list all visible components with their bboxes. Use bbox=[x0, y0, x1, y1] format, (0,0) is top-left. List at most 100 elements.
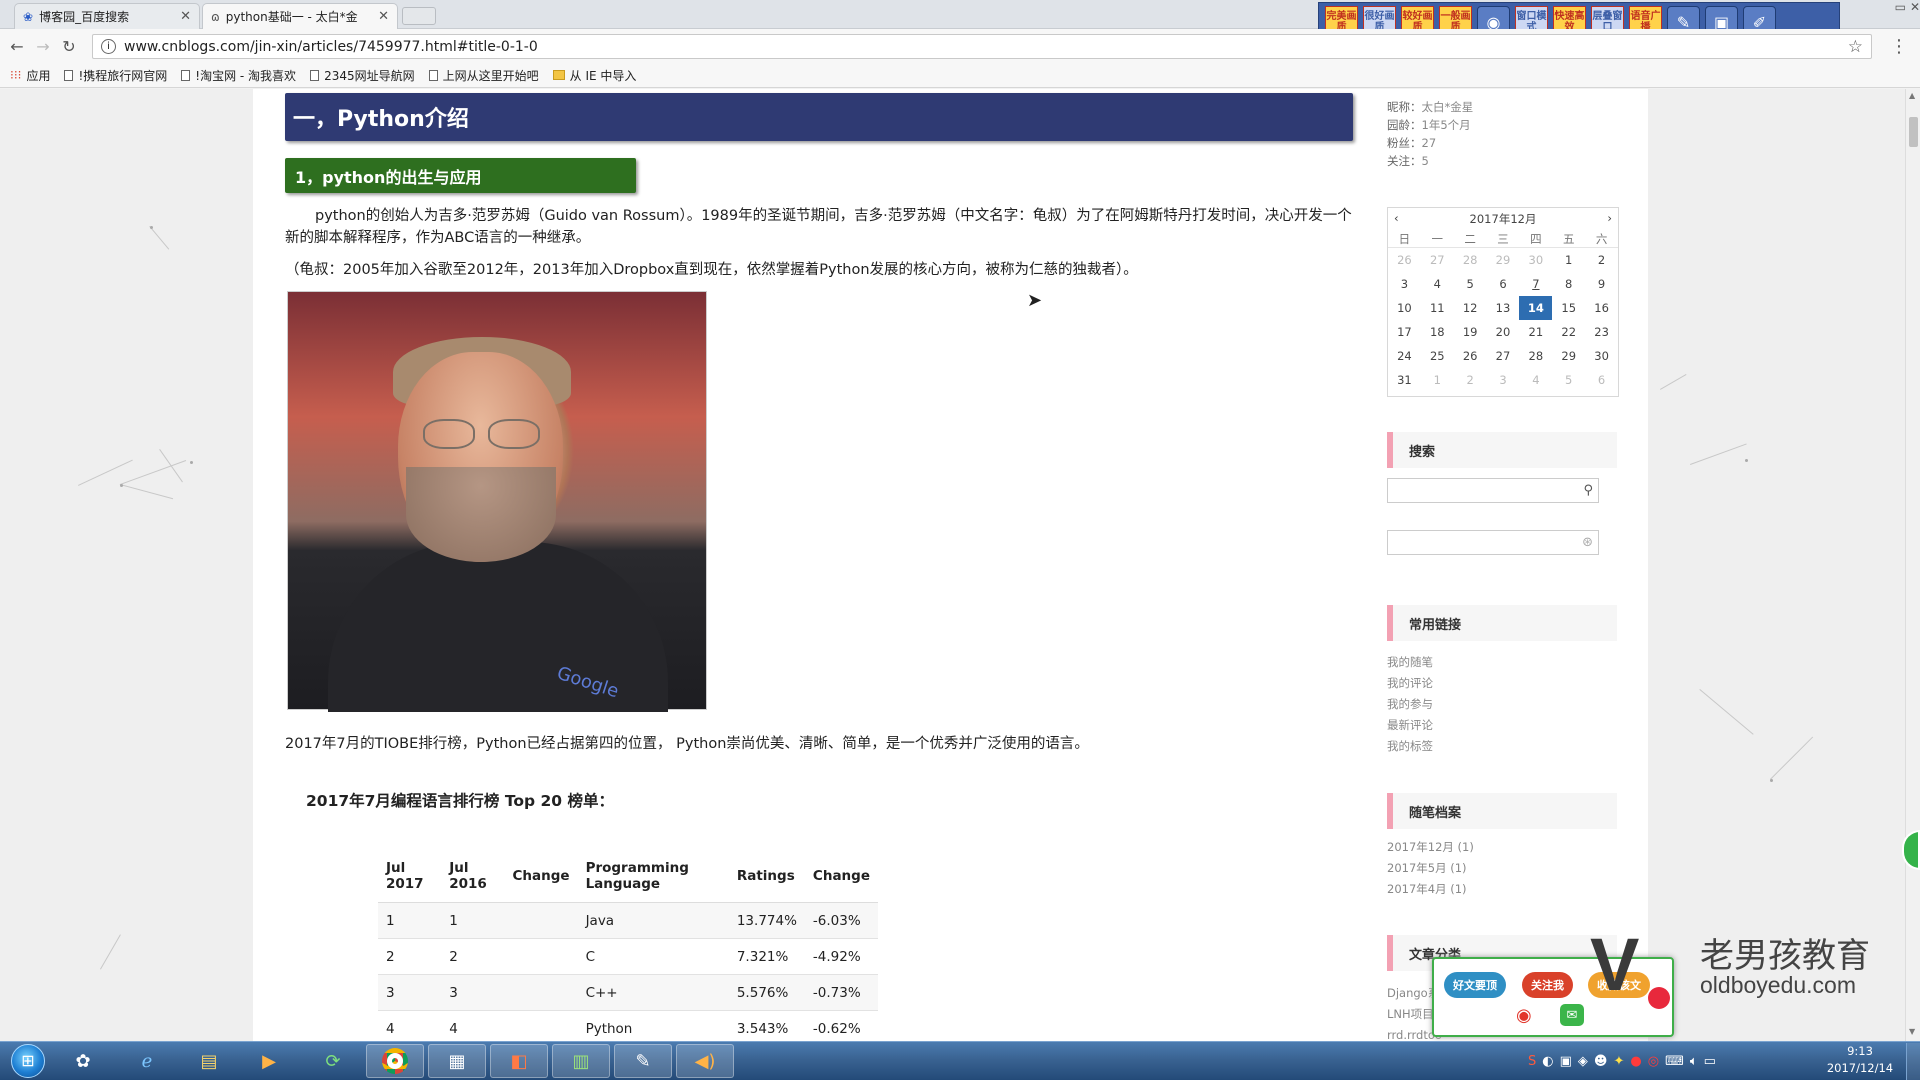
new-tab-button[interactable] bbox=[402, 7, 436, 25]
calendar-day[interactable]: 6 bbox=[1487, 272, 1520, 296]
search-icon[interactable]: ⚲ bbox=[1583, 483, 1593, 498]
tray-display-icon[interactable]: ▭ bbox=[1704, 1054, 1716, 1069]
tray-qq-icon[interactable]: ☻ bbox=[1594, 1054, 1608, 1069]
calendar-day[interactable]: 30 bbox=[1585, 344, 1618, 368]
calendar-day[interactable]: 6 bbox=[1585, 368, 1618, 392]
calendar-day[interactable]: 7 bbox=[1519, 272, 1552, 296]
taskbar-paint-icon[interactable]: ✎ bbox=[614, 1044, 672, 1078]
info-icon[interactable]: i bbox=[101, 39, 116, 54]
tab-baidu[interactable]: ❀ 博客园_百度搜索 ✕ bbox=[14, 3, 200, 29]
scroll-down-icon[interactable]: ▼ bbox=[1909, 1027, 1915, 1036]
recommend-button[interactable]: 好文要顶 bbox=[1444, 972, 1506, 998]
archive-item[interactable]: 2017年5月 (1) bbox=[1387, 858, 1474, 879]
calendar-day[interactable]: 20 bbox=[1487, 320, 1520, 344]
calendar-day[interactable]: 8 bbox=[1552, 272, 1585, 296]
menu-icon[interactable]: ⋮ bbox=[1890, 36, 1908, 57]
calendar-day[interactable]: 31 bbox=[1388, 368, 1421, 392]
show-desktop-button[interactable] bbox=[1906, 1043, 1920, 1080]
calendar-day[interactable]: 28 bbox=[1519, 344, 1552, 368]
bookmark-taobao[interactable]: !淘宝网 - 淘我喜欢 bbox=[181, 67, 296, 84]
calendar-day[interactable]: 26 bbox=[1388, 248, 1421, 272]
calendar-day[interactable]: 2 bbox=[1585, 248, 1618, 272]
bookmark-2345[interactable]: 2345网址导航网 bbox=[310, 67, 415, 84]
link-my-participation[interactable]: 我的参与 bbox=[1387, 694, 1433, 715]
taskbar-media-icon[interactable]: ▶ bbox=[240, 1044, 298, 1078]
calendar-day[interactable]: 19 bbox=[1454, 320, 1487, 344]
follow-link[interactable]: 5 bbox=[1422, 154, 1429, 168]
wechat-icon[interactable]: ✉ bbox=[1560, 1004, 1584, 1026]
fans-link[interactable]: 27 bbox=[1422, 136, 1437, 150]
archive-item[interactable]: 2017年12月 (1) bbox=[1387, 837, 1474, 858]
bookmark-star-icon[interactable]: ☆ bbox=[1848, 37, 1863, 57]
calendar-day[interactable]: 17 bbox=[1388, 320, 1421, 344]
link-my-tags[interactable]: 我的标签 bbox=[1387, 736, 1433, 757]
taskbar-360-icon[interactable]: ⟳ bbox=[304, 1044, 362, 1078]
volume-icon[interactable]: 🔈︎ bbox=[1690, 1054, 1698, 1069]
tab-cnblogs[interactable]: ɷ python基础一 - 太白*金 ✕ bbox=[202, 3, 398, 29]
forward-arrow-icon[interactable]: → bbox=[30, 37, 56, 56]
prev-month-button[interactable]: ‹ bbox=[1394, 211, 1399, 227]
calendar-day[interactable]: 2 bbox=[1454, 368, 1487, 392]
calendar-day[interactable]: 4 bbox=[1421, 272, 1454, 296]
close-icon[interactable]: ✕ bbox=[180, 9, 191, 24]
tray-chrome-icon[interactable]: ◐ bbox=[1542, 1054, 1553, 1069]
link-my-comments[interactable]: 我的评论 bbox=[1387, 673, 1433, 694]
calendar-day[interactable]: 13 bbox=[1487, 296, 1520, 320]
calendar-day[interactable]: 27 bbox=[1487, 344, 1520, 368]
calendar-day[interactable]: 29 bbox=[1552, 344, 1585, 368]
calendar-day[interactable]: 25 bbox=[1421, 344, 1454, 368]
calendar-day[interactable]: 4 bbox=[1519, 368, 1552, 392]
calendar-day[interactable]: 14 bbox=[1519, 296, 1553, 320]
calendar-day[interactable]: 28 bbox=[1454, 248, 1487, 272]
calendar-day[interactable]: 29 bbox=[1487, 248, 1520, 272]
bookmark-apps[interactable]: ⁝⁝⁝ 应用 bbox=[10, 67, 50, 84]
scrollbar-thumb[interactable] bbox=[1909, 117, 1918, 147]
sogou-icon[interactable]: S bbox=[1528, 1054, 1536, 1069]
calendar-day[interactable]: 18 bbox=[1421, 320, 1454, 344]
calendar-day[interactable]: 3 bbox=[1388, 272, 1421, 296]
tray-network-icon[interactable]: ▣ bbox=[1560, 1054, 1572, 1069]
follow-me-button[interactable]: 关注我 bbox=[1522, 972, 1573, 998]
age-link[interactable]: 1年5个月 bbox=[1422, 118, 1471, 132]
calendar-day[interactable]: 9 bbox=[1585, 272, 1618, 296]
taskbar-ppt-icon[interactable]: ◧ bbox=[490, 1044, 548, 1078]
calendar-day[interactable]: 3 bbox=[1487, 368, 1520, 392]
taskbar-explorer-icon[interactable]: ▤ bbox=[180, 1044, 238, 1078]
taskbar-window-icon[interactable]: ▦ bbox=[428, 1044, 486, 1078]
calendar-day[interactable]: 5 bbox=[1552, 368, 1585, 392]
link-latest-comments[interactable]: 最新评论 bbox=[1387, 715, 1433, 736]
page-scrollbar[interactable]: ▲ ▼ bbox=[1905, 89, 1920, 1041]
taskbar-chart-icon[interactable]: ▥ bbox=[552, 1044, 610, 1078]
close-icon[interactable]: ✕ bbox=[378, 9, 389, 24]
taskbar-chrome-icon[interactable] bbox=[366, 1044, 424, 1078]
taskbar-qq-icon[interactable]: ✿ bbox=[54, 1044, 112, 1078]
taskbar-audio-icon[interactable]: ◀) bbox=[676, 1044, 734, 1078]
calendar-day[interactable]: 1 bbox=[1552, 248, 1585, 272]
next-month-button[interactable]: › bbox=[1607, 211, 1612, 227]
tray-app-icon[interactable]: ◈ bbox=[1578, 1054, 1588, 1069]
archive-item[interactable]: 2017年4月 (1) bbox=[1387, 879, 1474, 900]
scroll-up-icon[interactable]: ▲ bbox=[1909, 91, 1915, 100]
tray-record-icon[interactable]: ● bbox=[1630, 1054, 1641, 1069]
tray-stop-icon[interactable]: ◎ bbox=[1648, 1054, 1659, 1069]
bookmark-start[interactable]: 上网从这里开始吧 bbox=[428, 67, 539, 84]
google-search-input[interactable]: ⊛ bbox=[1387, 530, 1599, 555]
calendar-day[interactable]: 24 bbox=[1388, 344, 1421, 368]
taskbar-ie-icon[interactable]: ℯ bbox=[118, 1044, 176, 1078]
calendar-day[interactable]: 15 bbox=[1552, 296, 1585, 320]
calendar-day[interactable]: 23 bbox=[1585, 320, 1618, 344]
calendar-day[interactable]: 21 bbox=[1519, 320, 1552, 344]
bookmark-ctrip[interactable]: !携程旅行网官网 bbox=[64, 67, 167, 84]
taskbar-clock[interactable]: 9:13 2017/12/14 bbox=[1820, 1043, 1900, 1079]
url-field[interactable]: i www.cnblogs.com/jin-xin/articles/74599… bbox=[92, 34, 1872, 59]
link-my-posts[interactable]: 我的随笔 bbox=[1387, 652, 1433, 673]
calendar-day[interactable]: 11 bbox=[1421, 296, 1454, 320]
calendar-day[interactable]: 30 bbox=[1519, 248, 1552, 272]
nickname-link[interactable]: 太白*金星 bbox=[1422, 100, 1474, 114]
calendar-day[interactable]: 22 bbox=[1552, 320, 1585, 344]
reload-icon[interactable]: ↻ bbox=[56, 37, 82, 56]
calendar-day[interactable]: 1 bbox=[1421, 368, 1454, 392]
tray-input-icon[interactable]: ⌨ bbox=[1665, 1054, 1684, 1069]
calendar-day[interactable]: 10 bbox=[1388, 296, 1421, 320]
calendar-day[interactable]: 16 bbox=[1585, 296, 1618, 320]
